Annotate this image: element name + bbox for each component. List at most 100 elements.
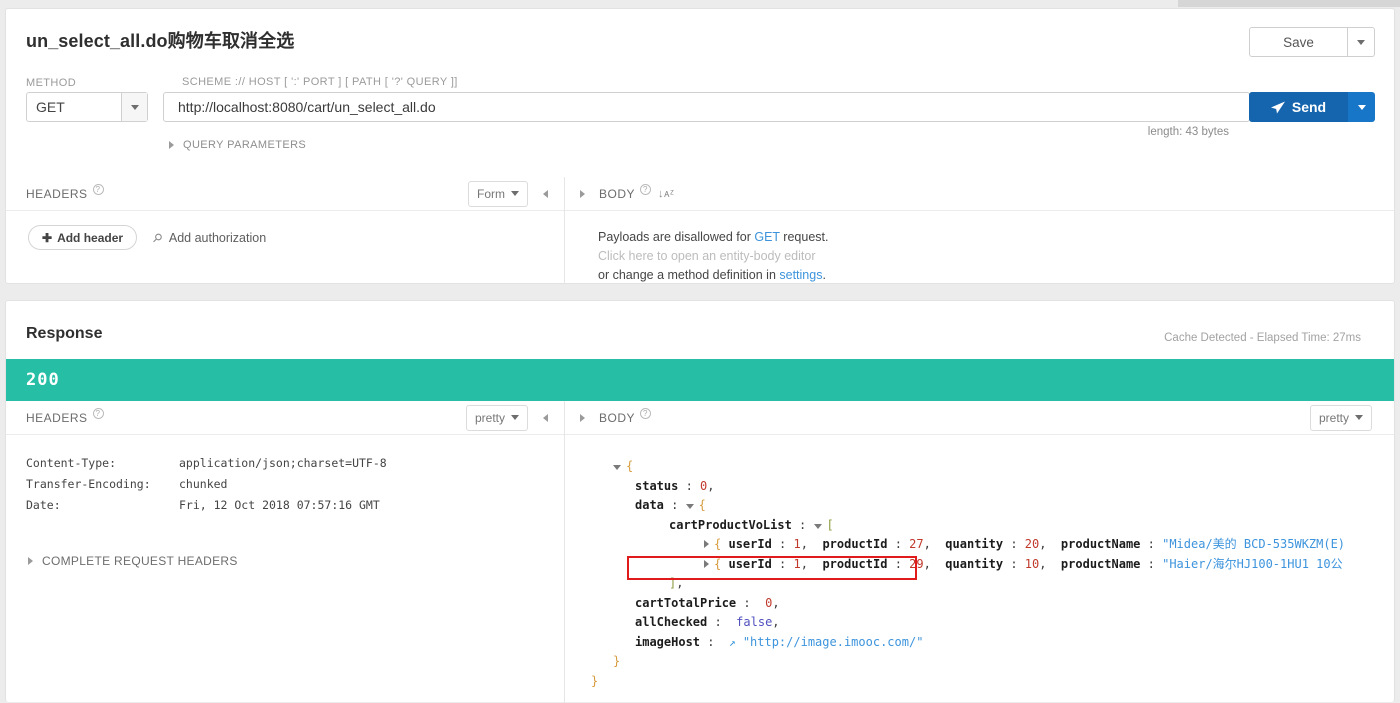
sort-az-icon[interactable]: ↓ᴀᶻ (658, 188, 674, 200)
request-headers-header: HEADERS ? Form (6, 177, 564, 211)
json-viewer: { status : 0, data : { cartProductVoList… (565, 435, 1394, 695)
response-title: Response (26, 325, 103, 342)
response-body-title: BODY ? (599, 408, 652, 425)
json-data-line: data : { (635, 498, 706, 512)
json-image-host-line: imageHost : ↗ "http://image.imooc.com/" (565, 633, 1394, 653)
chevron-right-icon (579, 413, 585, 422)
json-cart-list-line: cartProductVoList : [ (669, 517, 834, 532)
chevron-right-icon (579, 189, 585, 198)
collapse-toggle-icon[interactable] (613, 465, 621, 470)
request-title: un_select_all.do购物车取消全选 (26, 31, 295, 51)
entity-body-editor-hint[interactable]: Click here to open an entity-body editor (598, 247, 1394, 266)
payload-disallowed-line: Payloads are disallowed for GET request. (598, 230, 829, 244)
collapse-toggle-icon[interactable] (685, 504, 694, 509)
request-headers-actions: ✚ Add header ⚲ Add authorization (6, 211, 564, 250)
response-collapse-controls (536, 401, 555, 435)
help-icon[interactable]: ? (92, 184, 104, 195)
header-key: Date: (26, 498, 61, 512)
send-label: Send (1291, 99, 1327, 115)
request-headers-column: HEADERS ? Form ✚ Add header ⚲ Add author… (6, 177, 564, 250)
request-body-column: BODY ? ↓ᴀᶻ Payloads are disallowed for G… (565, 177, 1394, 285)
json-array-item: { userId : 1, productId : 29, quantity :… (565, 555, 1394, 575)
method-definition-line: or change a method definition in setting… (598, 268, 826, 282)
image-host-link[interactable]: "http://image.imooc.com/" (743, 633, 924, 653)
chevron-down-icon (1357, 39, 1365, 45)
collapse-left-button[interactable] (536, 413, 555, 422)
query-parameters-label: QUERY PARAMETERS (183, 139, 307, 151)
expand-toggle-icon[interactable] (704, 540, 709, 548)
response-panel: Response Cache Detected - Elapsed Time: … (5, 300, 1395, 703)
key-icon: ⚲ (149, 229, 166, 246)
chevron-right-icon (28, 557, 33, 565)
request-length-note: length: 43 bytes (1147, 126, 1229, 138)
response-body-header: BODY ? pretty (565, 401, 1394, 435)
help-icon[interactable]: ? (640, 408, 652, 419)
header-value: Fri, 12 Oct 2018 07:57:16 GMT (179, 498, 380, 512)
expand-right-button[interactable] (565, 189, 599, 198)
settings-link[interactable]: settings (779, 268, 822, 282)
request-headers-view-select[interactable]: Form (468, 180, 528, 207)
top-scrollbar-stub[interactable] (1178, 0, 1400, 7)
add-header-button[interactable]: ✚ Add header (28, 225, 138, 250)
json-cart-total-price-line: cartTotalPrice : 0, (635, 595, 780, 610)
json-array-close: ], (669, 576, 684, 590)
response-body-view-select[interactable]: pretty (1309, 404, 1372, 431)
external-link-icon[interactable]: ↗ (729, 633, 736, 653)
query-parameters-toggle[interactable]: QUERY PARAMETERS (169, 139, 306, 151)
table-row: Content-Type: application/json;charset=U… (26, 453, 564, 474)
request-headers-title: HEADERS ? (26, 184, 104, 201)
request-body-message: Payloads are disallowed for GET request.… (565, 211, 1394, 285)
request-body-header: BODY ? ↓ᴀᶻ (565, 177, 1394, 211)
response-body-column: BODY ? pretty { status : 0, data : { car… (565, 401, 1394, 695)
chevron-down-icon (1357, 104, 1366, 110)
chevron-right-icon (169, 141, 174, 149)
response-headers-view-select[interactable]: pretty (465, 404, 528, 431)
url-format-label: SCHEME :// HOST [ ':' PORT ] [ PATH [ '?… (182, 76, 458, 88)
complete-request-headers-toggle[interactable]: COMPLETE REQUEST HEADERS (28, 554, 238, 568)
help-icon[interactable]: ? (640, 184, 652, 195)
method-label: METHOD (26, 77, 77, 89)
help-icon[interactable]: ? (92, 408, 104, 419)
save-dropdown-button[interactable] (1348, 27, 1375, 57)
chevron-down-icon (130, 104, 139, 110)
collapse-left-button[interactable] (536, 189, 555, 198)
response-headers-title: HEADERS ? (26, 408, 104, 425)
save-button-group: Save (1249, 27, 1375, 57)
table-row: Transfer-Encoding: chunked (26, 474, 564, 495)
save-button[interactable]: Save (1249, 27, 1348, 57)
response-meta: Cache Detected - Elapsed Time: 27ms (1164, 332, 1361, 344)
chevron-left-icon (543, 413, 548, 422)
method-value: GET (36, 99, 65, 115)
request-panel: un_select_all.do购物车取消全选 Save METHOD SCHE… (5, 8, 1395, 285)
request-body-title: BODY ? ↓ᴀᶻ (599, 184, 675, 201)
paper-plane-icon (1270, 101, 1285, 113)
header-key: Transfer-Encoding: (26, 477, 151, 491)
table-row: Date: Fri, 12 Oct 2018 07:57:16 GMT (26, 495, 564, 516)
method-select[interactable]: GET (26, 92, 148, 122)
response-headers-header: HEADERS ? pretty (6, 401, 564, 435)
response-headers-column: HEADERS ? pretty Content-Type: applicati… (6, 401, 564, 568)
chevron-left-icon (543, 189, 548, 198)
header-value: chunked (179, 477, 228, 491)
chevron-down-icon (511, 191, 519, 196)
collapse-toggle-icon[interactable] (813, 523, 822, 529)
header-value: application/json;charset=UTF-8 (179, 456, 387, 470)
url-input[interactable]: http://localhost:8080/cart/un_select_all… (163, 92, 1250, 122)
response-status-bar: 200 (6, 359, 1394, 401)
json-status-line: status : 0, (635, 478, 715, 493)
expand-toggle-icon[interactable] (704, 559, 709, 568)
json-all-checked-line: allChecked : false, (635, 615, 780, 629)
json-root-line: { (565, 457, 1394, 477)
send-button-group: Send (1249, 92, 1375, 122)
json-data-close: } (613, 654, 621, 668)
get-method-link[interactable]: GET (754, 230, 779, 244)
send-dropdown-button[interactable] (1348, 92, 1375, 122)
json-array-item: { userId : 1, productId : 27, quantity :… (565, 535, 1394, 555)
add-authorization-button[interactable]: ⚲ Add authorization (149, 229, 266, 245)
plus-icon: ✚ (42, 230, 53, 245)
send-button[interactable]: Send (1249, 92, 1348, 122)
header-key: Content-Type: (26, 456, 117, 470)
method-dropdown-button[interactable] (121, 93, 147, 121)
expand-right-button[interactable] (565, 413, 599, 422)
response-headers-table: Content-Type: application/json;charset=U… (6, 435, 564, 516)
